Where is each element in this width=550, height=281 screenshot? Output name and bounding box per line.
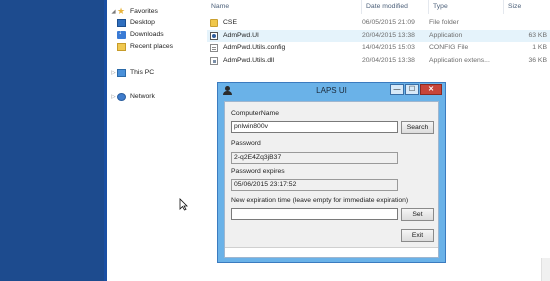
nav-item-label: Downloads [130,31,164,38]
computer-icon [117,68,126,77]
dialog-title-bar[interactable]: LAPS UI — ☐ ✕ [218,83,445,99]
file-date: 14/04/2015 15:03 [362,44,415,51]
file-row[interactable]: AdmPwd.Utils.dll 20/04/2015 13:38 Applic… [207,55,550,67]
nav-item-label: Favorites [130,8,158,15]
downloads-icon [117,29,126,39]
file-date: 06/05/2015 21:09 [362,19,415,26]
file-row-selected[interactable]: AdmPwd.UI 20/04/2015 13:38 Application 6… [207,30,550,42]
file-type: File folder [429,19,459,26]
new-expiration-label: New expiration time (leave empty for imm… [231,197,409,204]
nav-item-label: This PC [130,69,155,76]
file-row[interactable]: AdmPwd.Utils.config 14/04/2015 15:03 CON… [207,42,550,54]
set-button[interactable]: Set [401,208,434,221]
password-label: Password [231,140,261,147]
desktop-background [0,0,104,281]
recent-places-icon [117,42,126,51]
maximize-button[interactable]: ☐ [405,84,419,95]
nav-item-favorites[interactable]: ◢ Favorites [110,6,158,17]
file-name: AdmPwd.Utils.config [223,44,286,51]
column-header-size[interactable]: Size [504,0,550,14]
minimize-button[interactable]: — [390,84,404,95]
chevron-right-icon[interactable]: ▷ [110,70,117,76]
dialog-body: ComputerName pnlwin800v Search Password … [224,101,439,258]
chevron-right-icon[interactable]: ▷ [110,94,117,100]
computer-name-input[interactable]: pnlwin800v [231,121,398,133]
file-type: Application [429,32,463,39]
scrollbar[interactable] [541,258,550,281]
file-date: 20/04/2015 13:38 [362,32,415,39]
file-size: 36 KB [528,57,547,64]
desktop-icon [117,18,126,27]
file-size: 63 KB [528,32,547,39]
search-button[interactable]: Search [401,121,434,134]
nav-item-this-pc[interactable]: ▷ This PC [110,67,154,78]
status-bar [225,247,438,257]
network-icon [117,92,126,101]
nav-item-recent-places[interactable]: Recent places [117,41,173,52]
computer-name-label: ComputerName [231,110,279,117]
file-row[interactable]: CSE 06/05/2015 21:09 File folder [207,17,550,29]
file-name: AdmPwd.Utils.dll [223,57,274,64]
nav-item-label: Network [130,93,155,100]
password-field[interactable]: 2-q2E4Zq3jB37 [231,152,398,164]
password-expires-label: Password expires [231,168,285,175]
nav-item-label: Desktop [130,19,155,26]
star-icon [117,6,126,17]
dll-file-icon [210,57,218,65]
file-type: CONFIG File [429,44,469,51]
file-name: AdmPwd.UI [223,32,259,39]
navigation-pane: ◢ Favorites Desktop Downloads Recent pla… [107,0,197,281]
nav-item-downloads[interactable]: Downloads [117,29,164,40]
close-button[interactable]: ✕ [420,84,442,95]
password-expires-field[interactable]: 05/06/2015 23:17:52 [231,179,398,191]
nav-item-network[interactable]: ▷ Network [110,91,155,102]
file-type: Application extens... [429,57,490,64]
file-name: CSE [223,19,237,26]
chevron-down-icon[interactable]: ◢ [110,9,117,15]
new-expiration-input[interactable] [231,208,398,220]
config-file-icon [210,44,218,52]
application-icon [210,32,218,40]
column-header-date-modified[interactable]: Date modified [362,0,429,14]
exit-button[interactable]: Exit [401,229,434,242]
folder-icon [210,19,218,27]
file-size: 1 KB [532,44,547,51]
nav-item-label: Recent places [130,43,174,50]
nav-item-desktop[interactable]: Desktop [117,17,155,28]
column-header-name[interactable]: Name [207,0,362,14]
file-date: 20/04/2015 13:38 [362,57,415,64]
laps-dialog: LAPS UI — ☐ ✕ ComputerName pnlwin800v Se… [217,82,446,263]
column-header-type[interactable]: Type [429,0,504,14]
